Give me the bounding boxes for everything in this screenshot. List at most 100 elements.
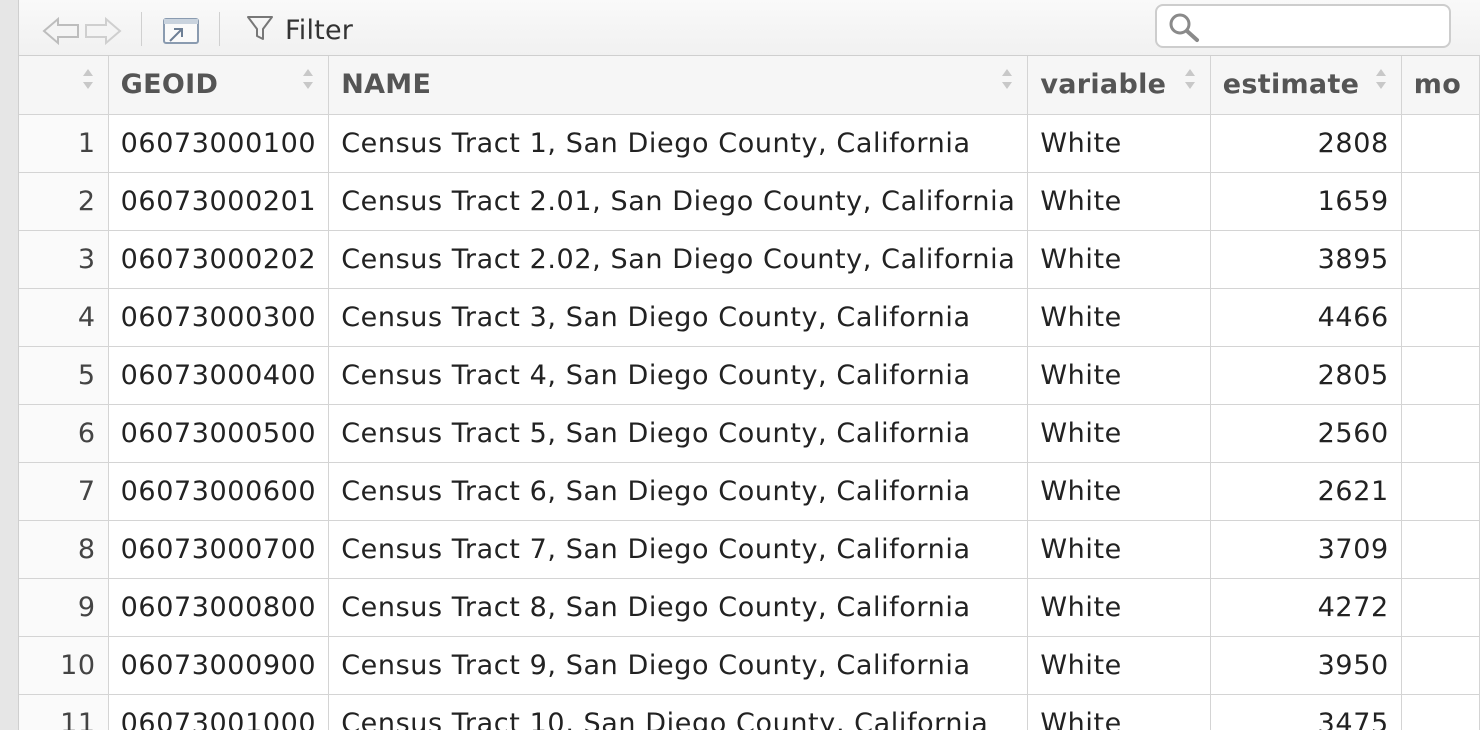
table-row[interactable]: 4 06073000300 Census Tract 3, San Diego Co… xyxy=(19,288,1480,347)
row-number: 5 xyxy=(19,346,109,405)
sort-arrows-icon[interactable] xyxy=(1001,66,1013,89)
cell-geoid: 06073001000 xyxy=(108,694,330,730)
row-number: 9 xyxy=(19,578,109,637)
sort-arrows-icon[interactable] xyxy=(302,66,314,89)
header-row: GEOID NAME variable estimate mo xyxy=(19,56,1480,115)
cell-geoid: 06073000500 xyxy=(108,404,330,463)
cell-estimate: 2808 xyxy=(1210,114,1402,173)
cell-name: Census Tract 1, San Diego County, Califo… xyxy=(328,114,1029,173)
row-number: 7 xyxy=(19,462,109,521)
table-row[interactable]: 7 06073000600 Census Tract 6, San Diego Co… xyxy=(19,462,1480,521)
cell-name: Census Tract 8, San Diego County, Califo… xyxy=(328,578,1029,637)
row-number: 1 xyxy=(19,114,109,173)
cell-variable: White xyxy=(1027,288,1211,347)
cell-moe xyxy=(1401,694,1480,730)
row-number: 3 xyxy=(19,230,109,289)
column-header-moe[interactable]: mo xyxy=(1401,56,1480,115)
cell-estimate: 3895 xyxy=(1210,230,1402,289)
cell-variable: White xyxy=(1027,636,1211,695)
filter-label: Filter xyxy=(285,14,354,46)
cell-moe xyxy=(1401,172,1480,231)
cell-name: Census Tract 3, San Diego County, Califo… xyxy=(328,288,1029,347)
cell-moe xyxy=(1401,636,1480,695)
cell-name: Census Tract 10, San Diego County, Calif… xyxy=(328,694,1029,730)
cell-geoid: 06073000201 xyxy=(108,172,330,231)
cell-moe xyxy=(1401,578,1480,637)
cell-estimate: 2805 xyxy=(1210,346,1402,405)
cell-name: Census Tract 2.02, San Diego County, Cal… xyxy=(328,230,1029,289)
sort-arrows-icon[interactable] xyxy=(1375,66,1387,89)
row-number: 8 xyxy=(19,520,109,579)
cell-moe xyxy=(1401,346,1480,405)
table-row[interactable]: 11 06073001000 Census Tract 10, San Diego … xyxy=(19,694,1480,730)
row-number: 4 xyxy=(19,288,109,347)
table-row[interactable]: 9 06073000800 Census Tract 8, San Diego Co… xyxy=(19,578,1480,637)
cell-variable: White xyxy=(1027,404,1211,463)
sort-arrows-icon[interactable] xyxy=(1184,66,1196,89)
filter-button[interactable]: Filter xyxy=(245,12,353,48)
row-number: 10 xyxy=(19,636,109,695)
table-row[interactable]: 3 06073000202 Census Tract 2.02, San Diego… xyxy=(19,230,1480,289)
search-icon xyxy=(1167,11,1201,47)
cell-geoid: 06073000202 xyxy=(108,230,330,289)
sort-arrows-icon[interactable] xyxy=(82,66,94,89)
data-viewer: Filter GEOID NAME variable estimate mo 1 0607… xyxy=(18,0,1480,730)
cell-variable: White xyxy=(1027,114,1211,173)
cell-estimate: 4466 xyxy=(1210,288,1402,347)
cell-moe xyxy=(1401,462,1480,521)
forward-arrow-icon[interactable] xyxy=(83,14,123,48)
cell-geoid: 06073000800 xyxy=(108,578,330,637)
row-number: 6 xyxy=(19,404,109,463)
cell-name: Census Tract 6, San Diego County, Califo… xyxy=(328,462,1029,521)
table-row[interactable]: 6 06073000500 Census Tract 5, San Diego Co… xyxy=(19,404,1480,463)
cell-estimate: 4272 xyxy=(1210,578,1402,637)
table-row[interactable]: 1 06073000100 Census Tract 1, San Diego Co… xyxy=(19,114,1480,173)
search-input[interactable] xyxy=(1205,10,1441,42)
cell-name: Census Tract 4, San Diego County, Califo… xyxy=(328,346,1029,405)
toolbar-separator xyxy=(141,12,142,46)
column-header-rownum[interactable] xyxy=(19,56,109,115)
column-header-label: mo xyxy=(1413,69,1462,101)
toolbar: Filter xyxy=(19,0,1480,56)
cell-variable: White xyxy=(1027,520,1211,579)
table-row[interactable]: 5 06073000400 Census Tract 4, San Diego Co… xyxy=(19,346,1480,405)
cell-estimate: 2621 xyxy=(1210,462,1402,521)
table-row[interactable]: 10 06073000900 Census Tract 9, San Diego C… xyxy=(19,636,1480,695)
cell-geoid: 06073000400 xyxy=(108,346,330,405)
column-header-label: estimate xyxy=(1222,69,1360,101)
cell-geoid: 06073000700 xyxy=(108,520,330,579)
back-arrow-icon[interactable] xyxy=(41,14,81,48)
column-header-estimate[interactable]: estimate xyxy=(1210,56,1402,115)
cell-moe xyxy=(1401,230,1480,289)
column-header-name[interactable]: NAME xyxy=(328,56,1029,115)
cell-moe xyxy=(1401,404,1480,463)
cell-moe xyxy=(1401,114,1480,173)
cell-estimate: 3709 xyxy=(1210,520,1402,579)
toolbar-separator xyxy=(219,12,220,46)
table-body: 1 06073000100 Census Tract 1, San Diego Co… xyxy=(19,114,1480,730)
column-header-variable[interactable]: variable xyxy=(1027,56,1211,115)
cell-variable: White xyxy=(1027,230,1211,289)
cell-name: Census Tract 9, San Diego County, Califo… xyxy=(328,636,1029,695)
row-number: 11 xyxy=(19,694,109,730)
search-box[interactable] xyxy=(1155,4,1451,48)
cell-moe xyxy=(1401,520,1480,579)
cell-geoid: 06073000300 xyxy=(108,288,330,347)
cell-variable: White xyxy=(1027,346,1211,405)
column-header-geoid[interactable]: GEOID xyxy=(108,56,330,115)
cell-moe xyxy=(1401,288,1480,347)
table-row[interactable]: 2 06073000201 Census Tract 2.01, San Diego… xyxy=(19,172,1480,231)
column-header-label: NAME xyxy=(341,69,432,101)
table-row[interactable]: 8 06073000700 Census Tract 7, San Diego Co… xyxy=(19,520,1480,579)
data-table: GEOID NAME variable estimate mo 1 06073000100… xyxy=(19,56,1480,730)
popout-window-icon[interactable] xyxy=(159,14,203,48)
cell-estimate: 3950 xyxy=(1210,636,1402,695)
column-header-label: GEOID xyxy=(120,69,219,101)
cell-estimate: 1659 xyxy=(1210,172,1402,231)
cell-estimate: 3475 xyxy=(1210,694,1402,730)
cell-name: Census Tract 2.01, San Diego County, Cal… xyxy=(328,172,1029,231)
cell-variable: White xyxy=(1027,694,1211,730)
cell-name: Census Tract 5, San Diego County, Califo… xyxy=(328,404,1029,463)
row-number: 2 xyxy=(19,172,109,231)
cell-geoid: 06073000100 xyxy=(108,114,330,173)
